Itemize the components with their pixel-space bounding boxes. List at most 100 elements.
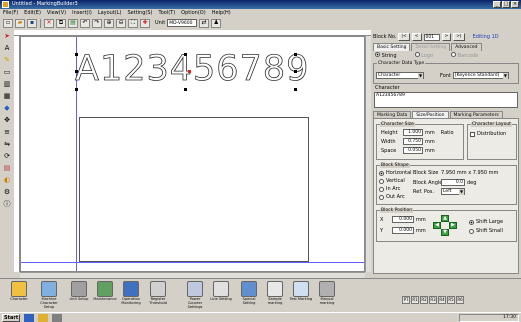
person-icon[interactable]: ♟ <box>211 18 222 28</box>
program-button[interactable]: R3 <box>429 296 437 304</box>
menu-file[interactable]: File(F) <box>3 10 18 16</box>
pointer-icon[interactable]: ➤ <box>2 32 12 41</box>
block-first-button[interactable]: |< <box>398 33 410 41</box>
x-field[interactable]: 0.000 <box>392 216 414 223</box>
close-button[interactable]: × <box>511 1 519 8</box>
arrow-left-icon[interactable]: ◀ <box>433 222 441 229</box>
cross-icon[interactable]: ✚ <box>140 18 150 28</box>
grid-icon[interactable]: ▦ <box>2 92 12 101</box>
barcode-icon[interactable]: ▥ <box>2 80 12 89</box>
register-threshold-button[interactable]: Register Threshold <box>145 281 171 311</box>
sample-marking-button[interactable]: Sample marking <box>262 281 288 311</box>
zoom-in-icon[interactable]: ⊕ <box>104 18 114 28</box>
program-button[interactable]: R5 <box>447 296 455 304</box>
copy-icon[interactable]: ⧉ <box>56 18 66 28</box>
new-icon[interactable]: ▫ <box>3 18 13 28</box>
ref-pos-select[interactable]: Left <box>441 188 465 195</box>
char-data-type-select[interactable]: Character <box>376 72 424 79</box>
arrow-down-icon[interactable]: ▼ <box>441 229 449 236</box>
minimize-button[interactable]: _ <box>493 1 501 8</box>
operation-monitoring-button[interactable]: Operation Monitoring <box>118 281 144 311</box>
mirror-icon[interactable]: ⇋ <box>2 140 12 149</box>
shape-vertical[interactable]: Vertical <box>379 178 405 184</box>
fit-icon[interactable]: ⛶ <box>128 18 138 28</box>
menu-help[interactable]: Help(H) <box>212 10 231 16</box>
mode-barcode[interactable]: Barcode <box>451 52 478 59</box>
align-icon[interactable]: ≡ <box>2 128 12 137</box>
selection-handle[interactable] <box>184 88 187 91</box>
menu-option[interactable]: Option(O) <box>181 10 206 16</box>
arrow-right-icon[interactable]: ▶ <box>449 222 457 229</box>
taskbar-window-icon[interactable] <box>52 314 62 322</box>
menu-view[interactable]: View(V) <box>47 10 66 16</box>
line-setting-button[interactable]: Line Setting <box>208 281 234 311</box>
height-field[interactable]: 1.000 <box>403 129 423 136</box>
selection-handle[interactable] <box>294 70 297 73</box>
layout-canvas[interactable]: A123456789 <box>20 36 365 272</box>
open-icon[interactable]: ▰ <box>15 18 25 28</box>
mode-logo[interactable]: Logo <box>414 52 433 59</box>
maximize-button[interactable]: □ <box>502 1 510 8</box>
paste-icon[interactable]: ▤ <box>68 18 78 28</box>
power-counter-settings-button[interactable]: Power Counter Settings <box>182 281 208 311</box>
shape-horizontal[interactable]: Horizontal <box>379 170 412 176</box>
rotate-icon[interactable]: ⟳ <box>2 152 12 161</box>
tab-detail-setting[interactable]: Detail Setting <box>411 43 451 51</box>
arrow-up-icon[interactable]: ▲ <box>441 215 449 222</box>
menu-layout[interactable]: Layout(L) <box>98 10 122 16</box>
start-button[interactable]: Start <box>2 314 20 322</box>
program-button[interactable]: PT <box>402 296 410 304</box>
move-icon[interactable]: ✥ <box>2 116 12 125</box>
special-setting-button[interactable]: Special Setting <box>236 281 262 311</box>
tab-advanced[interactable]: Advanced <box>451 43 482 51</box>
shape-out-arc[interactable]: Out Arc <box>379 194 405 200</box>
selection-handle[interactable] <box>294 53 297 56</box>
block-angle-field[interactable]: 0.0 <box>441 179 465 186</box>
test-marking-button[interactable]: Test Marking <box>288 281 314 311</box>
font-select[interactable]: [Keyence Standard] <box>452 72 509 79</box>
block-prev-button[interactable]: < <box>411 33 422 41</box>
undo-icon[interactable]: ↶ <box>80 18 90 28</box>
selection-handle[interactable] <box>75 88 78 91</box>
maintenance-button[interactable]: Maintenance <box>92 281 118 311</box>
info-icon[interactable]: ⓘ <box>2 200 12 209</box>
taskbar-folder-icon[interactable] <box>38 314 48 322</box>
program-button[interactable]: R2 <box>420 296 428 304</box>
selection-handle[interactable] <box>75 70 78 73</box>
shape-in-arc[interactable]: In Arc <box>379 186 400 192</box>
character-input[interactable]: A123456789 <box>374 92 518 108</box>
settings-icon[interactable]: ⚙ <box>2 188 12 197</box>
menu-insert[interactable]: Insert(I) <box>72 10 92 16</box>
block-last-button[interactable]: >| <box>453 33 465 41</box>
menu-tool[interactable]: Tool(T) <box>158 10 175 16</box>
mode-string[interactable]: String <box>375 52 397 59</box>
program-button[interactable]: R6 <box>456 296 464 304</box>
machine-character-setup-button[interactable]: Machine Character Setup <box>36 281 62 311</box>
space-field[interactable]: 0.050 <box>403 147 423 154</box>
menu-setting[interactable]: Setting(S) <box>128 10 153 16</box>
unit-select[interactable]: MD-V9600 <box>167 19 198 27</box>
selection-handle[interactable] <box>294 88 297 91</box>
taskbar-app-icon[interactable] <box>24 314 34 322</box>
block-no-field[interactable]: 001 <box>423 33 440 41</box>
selection-handle[interactable] <box>75 53 78 56</box>
save-icon[interactable]: ▪ <box>27 18 37 28</box>
shift-large-radio[interactable]: Shift Large <box>469 219 503 225</box>
selection-box[interactable] <box>75 53 297 91</box>
manual-marking-button[interactable]: Manual marking <box>314 281 340 311</box>
unit-setup-button[interactable]: Unit Setup <box>66 281 92 311</box>
character-button[interactable]: Character <box>6 281 32 311</box>
shift-small-radio[interactable]: Shift Small <box>469 228 503 234</box>
program-button[interactable]: R4 <box>438 296 446 304</box>
program-button[interactable]: R1 <box>411 296 419 304</box>
width-field[interactable]: 0.750 <box>403 138 423 145</box>
text-tool-icon[interactable]: A <box>2 44 12 53</box>
marker-icon[interactable]: ◐ <box>2 176 12 185</box>
selection-handle[interactable] <box>184 53 187 56</box>
zoom-out-icon[interactable]: ⊖ <box>116 18 126 28</box>
tab-basic-setting[interactable]: Basic Setting <box>373 43 411 51</box>
pen-icon[interactable]: ✎ <box>2 56 12 65</box>
layer-icon[interactable]: ▤ <box>2 164 12 173</box>
distribution-checkbox[interactable]: Distribution <box>470 131 506 137</box>
logo-icon[interactable]: ◆ <box>2 104 12 113</box>
